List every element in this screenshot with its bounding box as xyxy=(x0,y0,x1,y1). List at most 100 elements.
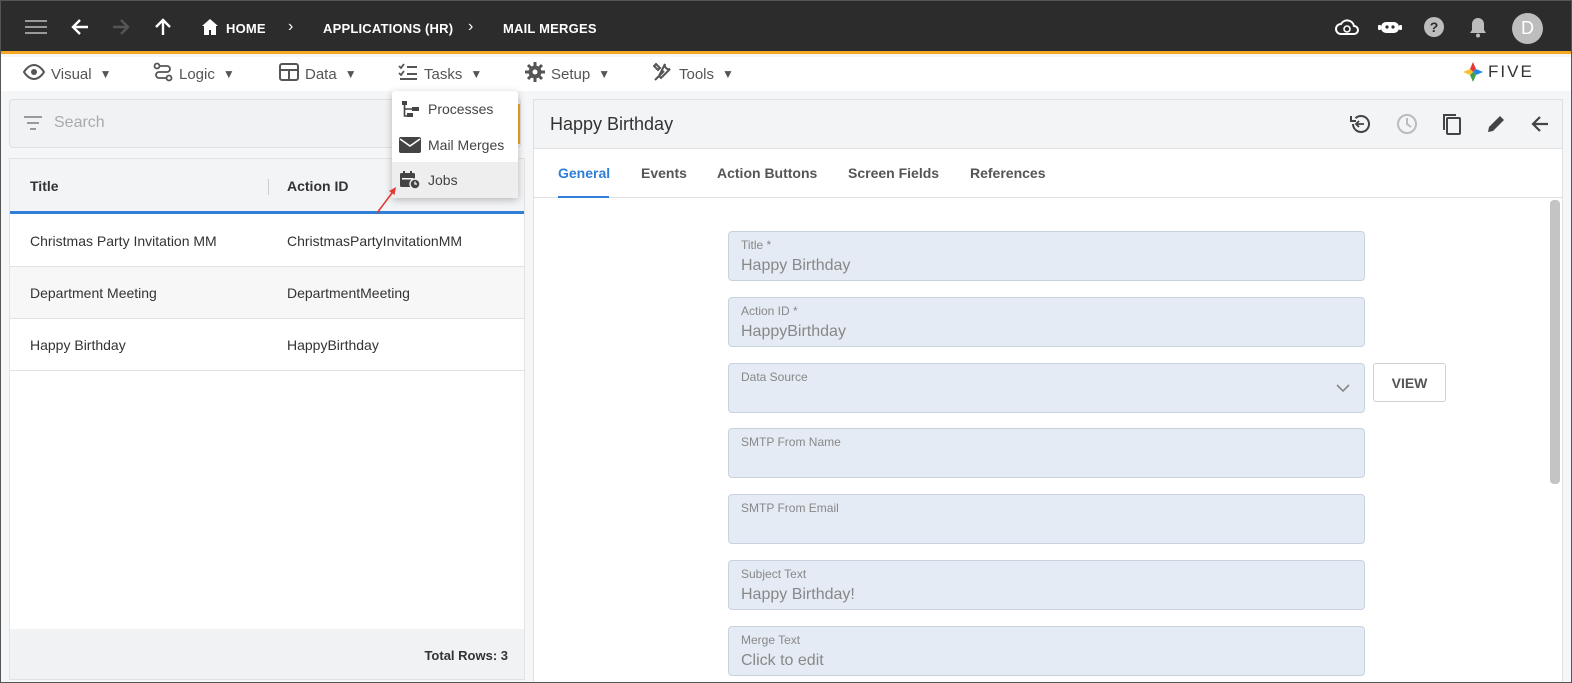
tab-references[interactable]: References xyxy=(970,165,1046,181)
hamburger-menu-icon[interactable] xyxy=(24,15,48,39)
field-label: Title * xyxy=(741,238,772,252)
field-label: Action ID * xyxy=(741,304,798,318)
cell-action-id: ChristmasPartyInvitationMM xyxy=(287,233,463,249)
table-row[interactable]: Happy Birthday HappyBirthday xyxy=(10,319,524,371)
cell-action-id: DepartmentMeeting xyxy=(287,285,410,301)
menu-data-label: Data xyxy=(305,65,337,83)
field-label: Subject Text xyxy=(741,567,807,581)
chat-bot-icon[interactable] xyxy=(1378,15,1402,39)
field-value: HappyBirthday xyxy=(741,323,846,340)
menu-item-mail-merges-label: Mail Merges xyxy=(428,137,505,153)
search-placeholder: Search xyxy=(54,114,105,131)
tab-action-buttons[interactable]: Action Buttons xyxy=(717,165,817,181)
field-label: SMTP From Email xyxy=(741,501,839,515)
view-button[interactable]: VIEW xyxy=(1373,363,1446,402)
merge-text-field[interactable]: Merge Text Click to edit xyxy=(728,626,1365,676)
breadcrumb-applications[interactable]: APPLICATIONS (HR) xyxy=(323,21,453,36)
menu-logic[interactable]: Logic ▼ xyxy=(153,62,235,84)
pointer-arrow-annotation xyxy=(376,187,396,214)
field-label: Merge Text xyxy=(741,633,801,647)
detail-panel: Happy Birthday General Events Action But… xyxy=(533,99,1563,682)
field-value: Happy Birthday xyxy=(741,257,851,274)
table-row[interactable]: Department Meeting DepartmentMeeting xyxy=(10,267,524,319)
avatar[interactable]: D xyxy=(1512,13,1543,44)
mail-icon xyxy=(392,137,428,153)
home-icon[interactable] xyxy=(198,15,222,39)
brand-text: FIVE xyxy=(1488,62,1534,81)
svg-text:?: ? xyxy=(1430,19,1439,35)
gear-icon xyxy=(525,62,545,86)
tasks-dropdown-menu: Processes Mail Merges Jobs xyxy=(392,91,518,198)
copy-icon[interactable] xyxy=(1440,112,1464,136)
smtp-from-email-field[interactable]: SMTP From Email xyxy=(728,494,1365,544)
help-icon[interactable]: ? xyxy=(1422,15,1446,39)
menu-visual[interactable]: Visual ▼ xyxy=(22,63,111,84)
title-field[interactable]: Title * Happy Birthday xyxy=(728,231,1365,281)
column-divider xyxy=(268,179,269,195)
tools-icon xyxy=(652,62,673,86)
detail-tabs: General Events Action Buttons Screen Fie… xyxy=(534,149,1562,198)
smtp-from-name-field[interactable]: SMTP From Name xyxy=(728,428,1365,478)
process-icon xyxy=(392,100,428,118)
cell-action-id: HappyBirthday xyxy=(287,337,379,353)
menu-item-processes-label: Processes xyxy=(428,101,494,117)
field-label: Data Source xyxy=(741,370,808,384)
app-window: HOME › APPLICATIONS (HR) › MAIL MERGES ?… xyxy=(0,0,1572,683)
history-back-icon[interactable] xyxy=(1348,112,1372,136)
records-table: Title Action ID Christmas Party Invitati… xyxy=(9,158,525,680)
back-arrow-icon[interactable] xyxy=(68,15,92,39)
menu-data[interactable]: Data ▼ xyxy=(279,63,357,85)
cell-title: Happy Birthday xyxy=(30,337,126,353)
bell-icon[interactable] xyxy=(1466,15,1490,39)
tab-screen-fields[interactable]: Screen Fields xyxy=(848,165,939,181)
detail-header: Happy Birthday xyxy=(534,100,1562,149)
table-footer: Total Rows: 3 xyxy=(10,629,524,679)
cell-title: Christmas Party Invitation MM xyxy=(30,233,217,249)
menu-visual-label: Visual xyxy=(51,65,92,83)
data-source-select[interactable]: Data Source xyxy=(728,363,1365,413)
field-label: SMTP From Name xyxy=(741,435,841,449)
action-id-field[interactable]: Action ID * HappyBirthday xyxy=(728,297,1365,347)
column-header-action-id[interactable]: Action ID xyxy=(287,178,348,194)
menu-tasks-label: Tasks xyxy=(424,65,463,83)
cloud-sync-icon[interactable] xyxy=(1335,15,1359,39)
column-header-title[interactable]: Title xyxy=(30,178,59,194)
menu-item-processes[interactable]: Processes xyxy=(392,91,518,127)
checklist-icon xyxy=(398,63,418,85)
edit-pencil-icon[interactable] xyxy=(1484,112,1508,136)
menu-item-mail-merges[interactable]: Mail Merges xyxy=(392,127,518,163)
close-back-arrow-icon[interactable] xyxy=(1528,112,1552,136)
breadcrumb-home[interactable]: HOME xyxy=(226,21,266,36)
tab-events[interactable]: Events xyxy=(641,165,687,181)
clock-icon[interactable] xyxy=(1395,112,1419,136)
filter-icon[interactable] xyxy=(24,116,42,135)
table-row[interactable]: Christmas Party Invitation MM ChristmasP… xyxy=(10,215,524,267)
five-logo-icon xyxy=(1463,62,1483,82)
detail-title: Happy Birthday xyxy=(550,114,674,134)
tab-general[interactable]: General xyxy=(558,165,610,181)
field-value: Click to edit xyxy=(741,652,824,669)
menu-tools-label: Tools xyxy=(679,65,715,83)
eye-icon xyxy=(22,63,46,84)
active-tab-indicator xyxy=(558,196,609,198)
chevron-down-icon[interactable] xyxy=(1336,380,1350,398)
forward-arrow-icon[interactable] xyxy=(109,15,133,39)
menu-tools[interactable]: Tools ▼ xyxy=(652,62,734,86)
menu-setup[interactable]: Setup ▼ xyxy=(525,62,610,86)
menu-setup-label: Setup xyxy=(551,65,591,83)
five-logo: FIVE xyxy=(1462,61,1534,83)
chevron-right-icon: › xyxy=(468,18,474,35)
table-icon xyxy=(279,63,299,85)
chevron-right-icon: › xyxy=(288,18,294,35)
subject-text-field[interactable]: Subject Text Happy Birthday! xyxy=(728,560,1365,610)
total-rows: Total Rows: 3 xyxy=(424,648,508,663)
scrollbar[interactable] xyxy=(1550,200,1560,484)
menu-logic-label: Logic xyxy=(179,65,215,83)
menu-item-jobs-label: Jobs xyxy=(428,172,458,188)
field-value: Happy Birthday! xyxy=(741,586,855,603)
menu-item-jobs[interactable]: Jobs xyxy=(392,162,518,198)
cell-title: Department Meeting xyxy=(30,285,157,301)
menu-tasks[interactable]: Tasks ▼ xyxy=(398,63,482,85)
breadcrumb-mail-merges: MAIL MERGES xyxy=(503,21,597,36)
up-arrow-icon[interactable] xyxy=(151,15,175,39)
